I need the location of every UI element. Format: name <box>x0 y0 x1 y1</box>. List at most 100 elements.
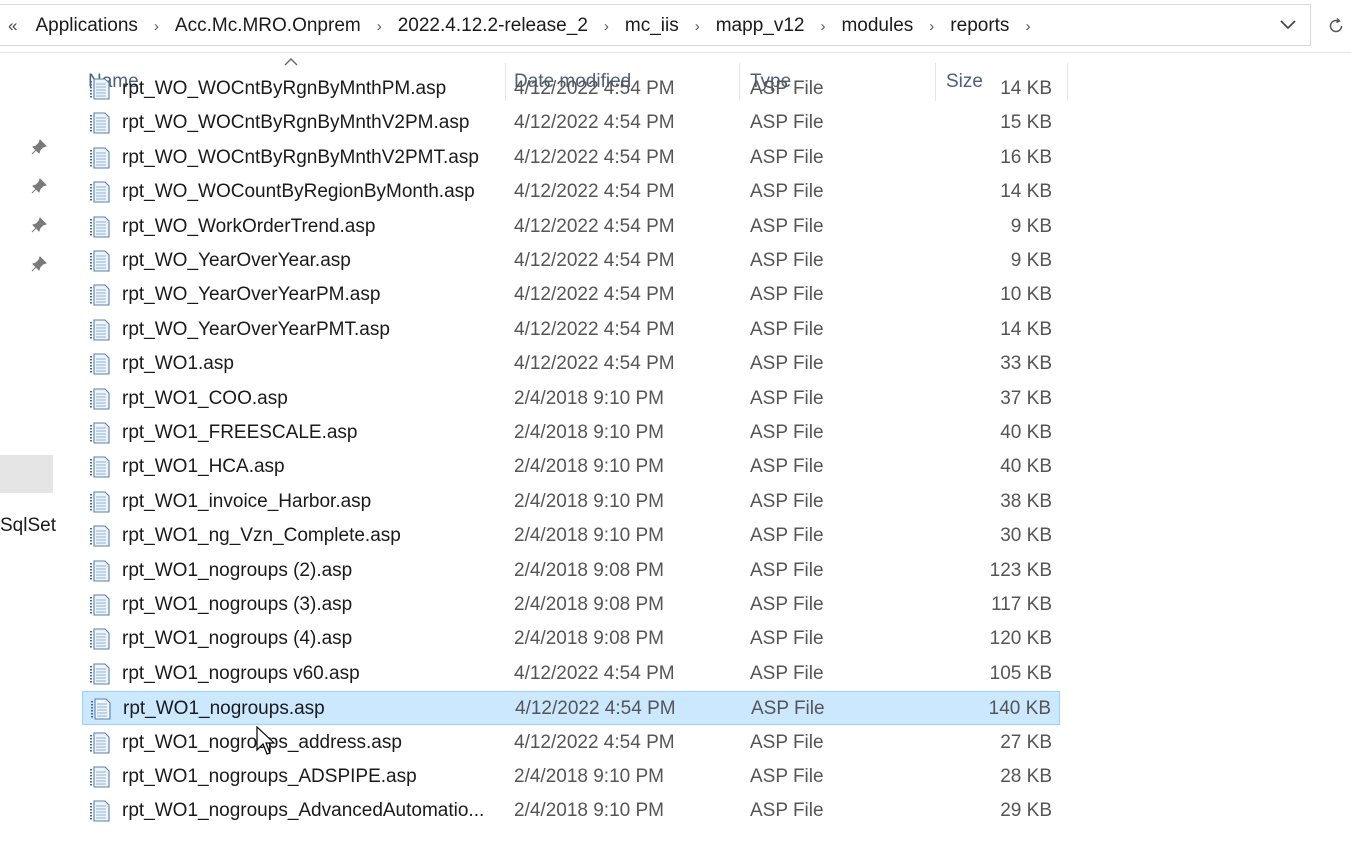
file-size: 140 KB <box>988 698 1051 720</box>
file-row[interactable]: rpt_WO1_FREESCALE.asp 2/4/2018 9:10 PM ASP… <box>82 416 1060 450</box>
file-row[interactable]: rpt_WO_YearOverYearPMT.asp 4/12/2022 4:54… <box>82 313 1060 347</box>
asp-file-icon <box>90 284 110 306</box>
breadcrumb-item[interactable]: Acc.Mc.MRO.Onprem <box>169 15 367 37</box>
file-row[interactable]: rpt_WO1_nogroups (4).asp 2/4/2018 9:08 PM… <box>82 622 1060 656</box>
breadcrumb-item[interactable]: Applications <box>29 15 143 37</box>
file-row[interactable]: rpt_WO1_ng_Vzn_Complete.asp 2/4/2018 9:10… <box>82 519 1060 553</box>
file-row[interactable]: rpt_WO1_invoice_Harbor.asp 2/4/2018 9:10 … <box>82 485 1060 519</box>
asp-file-icon <box>90 422 110 444</box>
file-name: rpt_WO1_nogroups_ADSPIPE.asp <box>122 766 417 787</box>
file-type: ASP File <box>750 766 824 787</box>
pin-icon[interactable] <box>30 177 48 195</box>
breadcrumb-separator-chevron-icon[interactable]: › <box>367 18 392 35</box>
breadcrumb-item[interactable]: mc_iis <box>619 15 685 37</box>
file-date-modified: 4/12/2022 4:54 PM <box>514 215 675 237</box>
file-row[interactable]: rpt_WO_WOCntByRgnByMnthPM.asp 4/12/2022 4… <box>82 72 1060 106</box>
file-row[interactable]: rpt_WO1_nogroups_ADSPIPE.asp 2/4/2018 9:1… <box>82 760 1060 794</box>
breadcrumb-separator-chevron-icon[interactable]: › <box>685 18 710 35</box>
asp-file-icon <box>90 456 110 478</box>
file-size: 15 KB <box>1000 112 1052 134</box>
file-type: ASP File <box>750 387 824 409</box>
file-date-modified: 4/12/2022 4:54 PM <box>514 318 675 340</box>
asp-file-icon <box>90 594 110 616</box>
file-date-modified: 4/12/2022 4:54 PM <box>514 146 675 168</box>
file-row[interactable]: rpt_WO_WOCountByRegionByMonth.asp 4/12/20… <box>82 175 1060 209</box>
file-type: ASP File <box>750 250 824 271</box>
file-size: 14 KB <box>1000 181 1052 203</box>
breadcrumb-separator-chevron-icon[interactable]: › <box>144 18 169 35</box>
file-row[interactable]: rpt_WO1_nogroups v60.asp 4/12/2022 4:54 P… <box>82 657 1060 691</box>
pin-icon[interactable] <box>30 138 48 156</box>
asp-file-icon <box>90 147 110 169</box>
breadcrumb-separator-chevron-icon[interactable]: › <box>594 18 619 35</box>
file-date-modified: 2/4/2018 9:08 PM <box>514 594 664 615</box>
refresh-button[interactable] <box>1322 12 1350 40</box>
file-date-modified: 2/4/2018 9:10 PM <box>514 387 664 409</box>
file-row[interactable]: rpt_WO_WorkOrderTrend.asp 4/12/2022 4:54 … <box>82 210 1060 244</box>
file-date-modified: 2/4/2018 9:08 PM <box>514 559 664 581</box>
file-row[interactable]: rpt_WO_YearOverYearPM.asp 4/12/2022 4:54 … <box>82 278 1060 312</box>
chevron-down-icon <box>1280 20 1296 30</box>
file-row[interactable]: rpt_WO1_HCA.asp 2/4/2018 9:10 PM ASP File 4… <box>82 450 1060 484</box>
file-type: ASP File <box>750 318 824 340</box>
breadcrumb-separator-chevron-icon[interactable]: › <box>919 18 944 35</box>
file-name: rpt_WO1_nogroups (2).asp <box>122 559 353 581</box>
file-name: rpt_WO1_FREESCALE.asp <box>122 422 358 443</box>
file-type: ASP File <box>750 181 824 203</box>
asp-file-icon <box>90 628 110 650</box>
file-name: rpt_WO1_COO.asp <box>122 387 288 409</box>
file-name: rpt_WO1.asp <box>122 353 234 375</box>
file-type: ASP File <box>750 525 824 547</box>
file-size: 9 KB <box>1010 250 1052 271</box>
file-row[interactable]: rpt_WO_WOCntByRgnByMnthV2PM.asp 4/12/2022… <box>82 106 1060 140</box>
file-name: rpt_WO1_nogroups v60.asp <box>122 662 360 684</box>
asp-file-icon <box>91 698 111 720</box>
file-name: rpt_WO1_invoice_Harbor.asp <box>122 490 372 512</box>
file-row[interactable]: rpt_WO1_nogroups_AdvancedAutomatio... 2/4… <box>82 794 1060 828</box>
file-row[interactable]: rpt_WO_WOCntByRgnByMnthV2PMT.asp 4/12/202… <box>82 141 1060 175</box>
file-date-modified: 2/4/2018 9:10 PM <box>514 525 664 547</box>
address-bar: « Applications › Acc.Mc.MRO.Onprem › 2022.4.… <box>0 0 1351 53</box>
file-size: 30 KB <box>1000 525 1052 547</box>
file-date-modified: 4/12/2022 4:54 PM <box>514 78 675 99</box>
breadcrumb-separator-chevron-icon[interactable]: › <box>1015 18 1040 35</box>
breadcrumb-item[interactable]: mapp_v12 <box>710 15 811 37</box>
file-date-modified: 4/12/2022 4:54 PM <box>515 698 676 720</box>
file-name: rpt_WO1_nogroups_AdvancedAutomatio... <box>122 800 485 822</box>
breadcrumb-item[interactable]: 2022.4.12.2-release_2 <box>392 15 594 37</box>
asp-file-icon <box>90 216 110 238</box>
asp-file-icon <box>90 112 110 134</box>
address-history-dropdown[interactable] <box>1274 11 1302 39</box>
file-row[interactable]: rpt_WO1.asp 4/12/2022 4:54 PM ASP File 33 K… <box>82 347 1060 381</box>
file-row[interactable]: rpt_WO1_nogroups (2).asp 2/4/2018 9:08 PM… <box>82 554 1060 588</box>
asp-file-icon <box>90 319 110 341</box>
file-size: 33 KB <box>1000 353 1052 375</box>
nav-item-label[interactable]: SqlSet <box>0 515 56 537</box>
asp-file-icon <box>90 525 110 547</box>
file-size: 27 KB <box>1000 731 1052 753</box>
file-row[interactable]: rpt_WO1_nogroups_address.asp4/12/2022 4:… <box>82 726 1060 760</box>
file-size: 16 KB <box>1000 146 1052 168</box>
file-date-modified: 4/12/2022 4:54 PM <box>514 662 675 684</box>
file-size: 37 KB <box>1000 387 1052 409</box>
file-type: ASP File <box>750 731 824 753</box>
pin-icon[interactable] <box>30 216 48 234</box>
breadcrumb-separator-chevron-icon[interactable]: › <box>810 18 835 35</box>
file-type: ASP File <box>750 353 824 375</box>
file-row[interactable]: rpt_WO1_COO.asp 2/4/2018 9:10 PM ASP File 3… <box>82 382 1060 416</box>
breadcrumb[interactable]: « Applications › Acc.Mc.MRO.Onprem › 2022.4.… <box>0 4 1311 46</box>
file-row[interactable]: rpt_WO1_nogroups.asp 4/12/2022 4:54 PM ASP… <box>82 691 1060 726</box>
file-size: 9 KB <box>1010 215 1052 237</box>
breadcrumb-item[interactable]: modules <box>835 15 919 37</box>
file-size: 38 KB <box>1000 490 1052 512</box>
breadcrumb-item[interactable]: reports <box>944 15 1015 37</box>
file-name: rpt_WO_YearOverYearPMT.asp <box>122 318 390 340</box>
file-type: ASP File <box>750 112 824 134</box>
pin-icon[interactable] <box>30 255 48 273</box>
file-row[interactable]: rpt_WO1_nogroups (3).asp 2/4/2018 9:08 PM… <box>82 588 1060 622</box>
file-date-modified: 2/4/2018 9:10 PM <box>514 456 664 478</box>
breadcrumb-overflow-button[interactable]: « <box>8 16 17 36</box>
file-row[interactable]: rpt_WO_YearOverYear.asp 4/12/2022 4:54 PM… <box>82 244 1060 278</box>
nav-item-selected[interactable] <box>0 455 53 493</box>
file-name: rpt_WO_WorkOrderTrend.asp <box>122 215 376 237</box>
